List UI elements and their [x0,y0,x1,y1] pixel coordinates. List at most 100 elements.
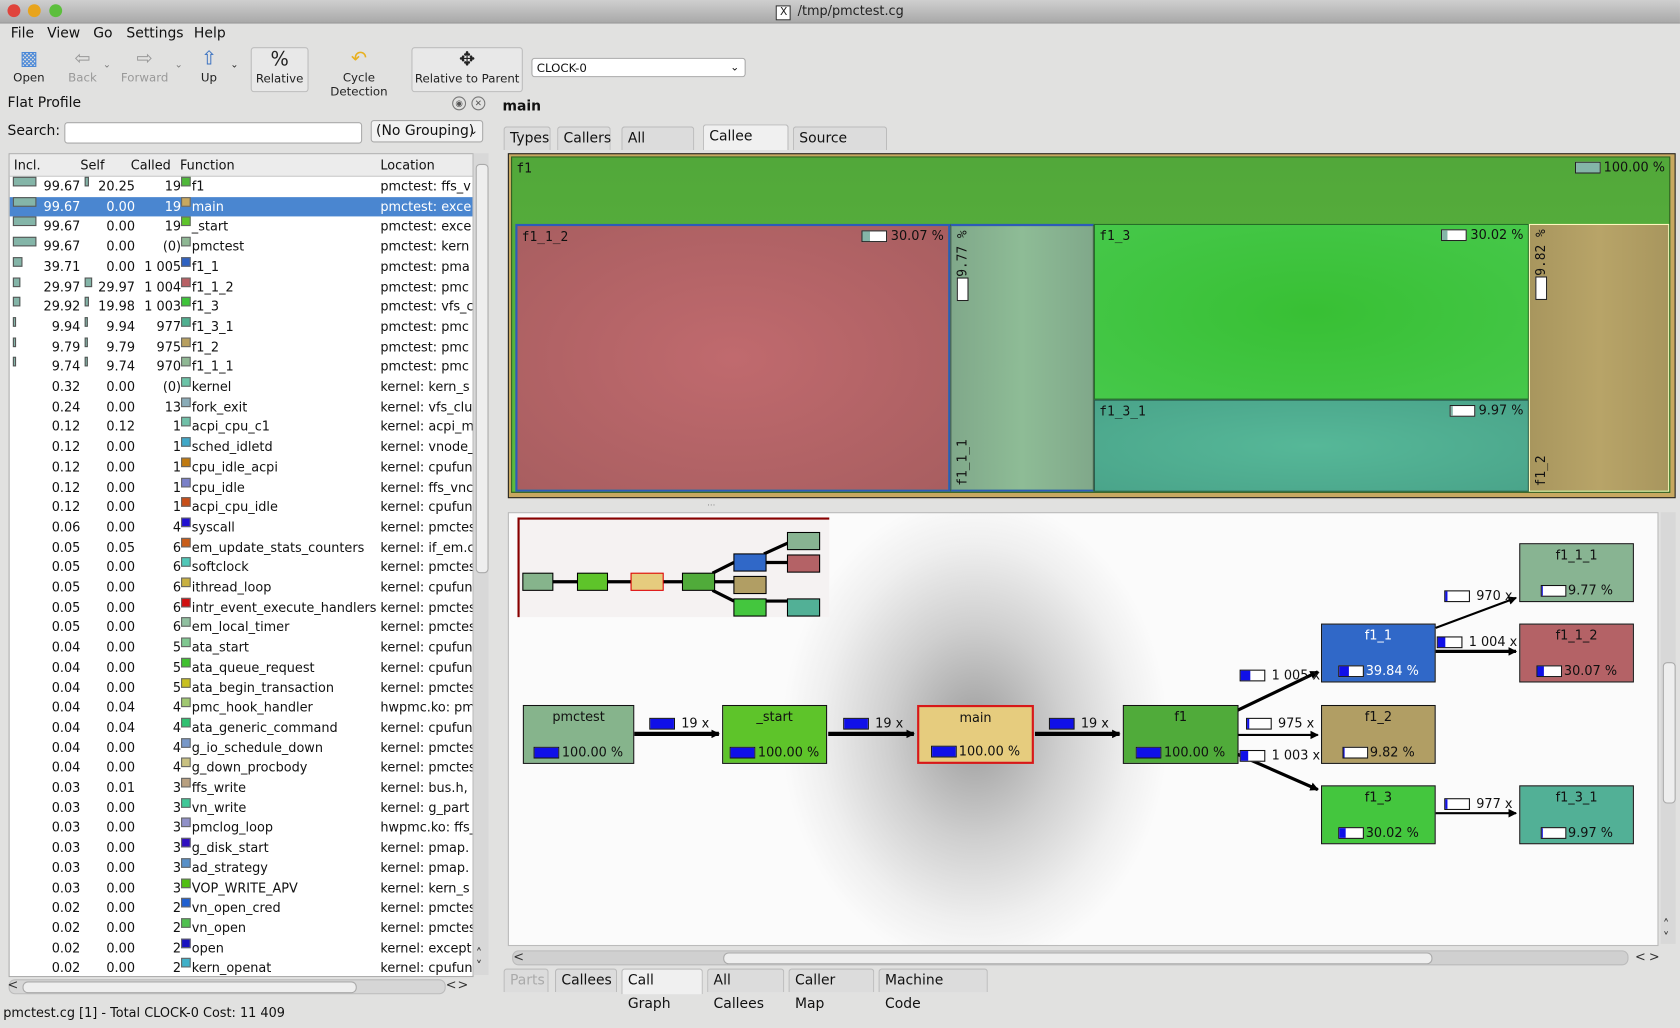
table-row[interactable]: 0.05 0.00 6 intr_event_execute_handlers kern… [10,597,472,618]
menu-file[interactable]: File [11,26,34,42]
tab-all-callees[interactable]: All Callees [707,968,785,1012]
scroll-thumb[interactable] [22,981,357,994]
up-button[interactable]: ⇧ Up [195,47,223,90]
scroll-left-icon[interactable]: < [513,949,524,964]
cycle-detection-toggle[interactable]: ↶ Cycle Detection [313,47,405,98]
close-dock-icon[interactable]: ✕ [471,96,486,111]
event-type-select[interactable]: CLOCK-0 ⌄ [531,57,746,78]
table-row[interactable]: 0.04 0.00 5 ata_begin_transaction kernel: pm… [10,677,472,698]
table-row[interactable]: 0.05 0.00 6 softclock kernel: pmctes [10,557,472,577]
back-dropdown-icon[interactable]: ⌄ [103,60,111,71]
scroll-right-icon[interactable]: > [1649,949,1660,964]
splitter-handle[interactable]: ··· [707,500,715,510]
table-row[interactable]: 0.03 0.00 3 vn_write kernel: g_part [10,797,473,818]
table-row[interactable]: 0.03 0.00 3 ad_strategy kernel: pmap. [10,857,473,878]
graph-node-start[interactable]: _start 100.00 % [722,704,828,764]
tab-callers[interactable]: Callers [557,126,611,150]
call-graph-minimap[interactable] [517,517,830,618]
table-row[interactable]: 0.12 0.00 1 acpi_cpu_idle kernel: cpufun [10,497,472,517]
table-row[interactable]: 0.05 0.00 6 ithread_loop kernel: cpufun [10,577,472,597]
relative-toggle[interactable]: % Relative [250,47,309,93]
menu-view[interactable]: View [47,26,80,42]
table-row[interactable]: 0.24 0.00 13 fork_exit kernel: vfs_clu [10,397,473,417]
forward-button[interactable]: ⇨ Forward [118,47,172,90]
open-button[interactable]: ▩ Open [9,47,50,90]
column-incl[interactable]: Incl. [14,157,41,172]
tab-types[interactable]: Types [503,126,551,150]
table-row[interactable]: 0.04 0.00 5 ata_queue_request kernel: cpufun [10,657,472,678]
search-input[interactable] [64,122,363,144]
table-row[interactable]: 99.67 0.00 19 _start pmctest: exce [10,216,473,237]
table-row[interactable]: 9.74 9.74 970 f1_1_1 pmctest: pmc [10,357,473,377]
call-graph-horizontal-scrollbar[interactable] [512,950,1629,966]
tab-machine-code[interactable]: Machine Code [878,968,988,1012]
table-row[interactable]: 0.12 0.00 1 cpu_idle kernel: ffs_vnc [10,477,472,497]
table-row[interactable]: 0.03 0.00 3 g_disk_start kernel: pmap. [10,837,473,858]
graph-node-f1_2[interactable]: f1_2 9.82 % [1321,704,1436,764]
table-horizontal-scrollbar[interactable] [8,979,446,995]
table-row[interactable]: 0.12 0.00 1 sched_idletd kernel: vnode_ [10,437,472,457]
table-row[interactable]: 0.03 0.00 3 VOP_WRITE_APV kernel: kern_s [10,878,473,898]
table-row[interactable]: 0.12 0.12 1 acpi_cpu_c1 kernel: acpi_m [10,417,472,437]
scroll-down-icon[interactable]: ˅ [1663,930,1669,945]
table-row[interactable]: 0.32 0.00 (0) kernel kernel: kern_s [10,377,473,397]
table-row[interactable]: 0.04 0.00 4 g_io_schedule_down kernel: pmcte… [10,737,472,758]
back-button[interactable]: ⇦ Back [62,47,103,90]
tab-caller-map[interactable]: Caller Map [788,968,875,1012]
column-self[interactable]: Self [80,157,104,172]
menu-help[interactable]: Help [194,26,226,42]
column-called[interactable]: Called [131,157,171,172]
treemap-cell-f1[interactable]: f1 100.00 % f1_1_2 30.07 % 9.77 % f1_1_1… [511,156,1671,493]
scroll-thumb[interactable] [475,163,489,574]
graph-node-f1[interactable]: f1 100.00 % [1122,704,1239,764]
table-row[interactable]: 0.02 0.00 2 open kernel: except [10,938,473,958]
table-row[interactable]: 0.12 0.00 1 cpu_idle_acpi kernel: cpufun [10,457,472,477]
forward-dropdown-icon[interactable]: ⌄ [175,60,183,71]
tab-source-code[interactable]: Source Code [792,126,888,170]
tab-all-callers[interactable]: All Callers [621,126,695,170]
table-row[interactable]: 0.02 0.00 2 kern_openat kernel: cpufun [10,958,472,976]
table-row[interactable]: 9.94 9.94 977 f1_3_1 pmctest: pmc [10,317,473,337]
graph-node-f1_3[interactable]: f1_3 30.02 % [1321,785,1436,845]
table-vertical-scrollbar[interactable]: ˄ ˅ [472,153,489,975]
treemap-cell-f1_1_1[interactable]: 9.77 % f1_1_1 [950,223,1094,492]
table-row[interactable]: 0.03 0.01 3 ffs_write kernel: bus.h, [10,777,473,798]
scroll-right-icon[interactable]: > [457,977,468,992]
float-dock-icon[interactable]: ◉ [452,96,467,111]
call-graph-vertical-scrollbar[interactable]: ˄ ˅ [1660,512,1676,945]
table-row[interactable]: 0.04 0.04 4 ata_generic_command kernel: cpuf… [10,717,472,738]
table-row[interactable]: 0.04 0.00 5 ata_start kernel: cpufun [10,637,472,658]
grouping-select[interactable]: (No Grouping) ⌄ [370,119,484,143]
tab-parts[interactable]: Parts [503,968,549,993]
graph-node-f1_1_1[interactable]: f1_1_1 9.77 % [1519,543,1634,603]
tab-call-graph[interactable]: Call Graph [621,968,703,1012]
table-row[interactable]: 29.97 29.97 1 004 f1_1_2 pmctest: pmc [10,276,473,297]
up-dropdown-icon[interactable]: ⌄ [230,60,238,71]
scroll-down-icon[interactable]: ˅ [476,959,482,974]
column-location[interactable]: Location [380,157,434,172]
scroll-left-icon[interactable]: < [7,977,18,992]
table-row[interactable]: 0.02 0.00 2 vn_open kernel: pmctes [10,918,472,938]
graph-node-f1_1[interactable]: f1_1 39.84 % [1321,623,1436,683]
table-row[interactable]: 0.03 0.00 3 pmclog_loop hwpmc.ko: ffs_ [10,817,472,838]
table-row[interactable]: 99.67 0.00 (0) pmctest pmctest: kern [10,236,473,257]
scroll-left-icon[interactable]: < [446,977,457,992]
scroll-left-icon[interactable]: < [1635,949,1646,964]
table-row[interactable]: 0.05 0.00 6 em_local_timer kernel: pmctes [10,617,472,638]
table-row[interactable]: 99.67 20.25 19 f1 pmctest: ffs_v [10,176,473,197]
scroll-thumb[interactable] [1662,662,1676,804]
graph-node-pmctest[interactable]: pmctest 100.00 % [522,704,635,764]
table-row[interactable]: 29.92 19.98 1 003 f1_3 pmctest: vfs_c [10,296,472,317]
menu-settings[interactable]: Settings [126,26,183,42]
treemap-cell-f1_3_1[interactable]: f1_3_1 9.97 % [1093,399,1529,492]
graph-node-main[interactable]: main 100.00 % [917,704,1034,764]
menu-go[interactable]: Go [93,26,112,42]
table-row[interactable]: 99.67 0.00 19 main pmctest: exce [9,196,473,217]
tab-callees[interactable]: Callees [554,968,618,993]
treemap-cell-f1_2[interactable]: 9.82 % f1_2 [1528,223,1670,492]
table-row[interactable]: 9.79 9.79 975 f1_2 pmctest: pmc [10,337,473,357]
scroll-thumb[interactable] [723,952,1433,965]
treemap-cell-f1_3[interactable]: f1_3 30.02 % [1093,223,1529,400]
table-row[interactable]: 0.04 0.00 4 g_down_procbody kernel: pmctes [10,757,472,778]
table-row[interactable]: 0.02 0.00 2 vn_open_cred kernel: pmctes [10,898,472,918]
